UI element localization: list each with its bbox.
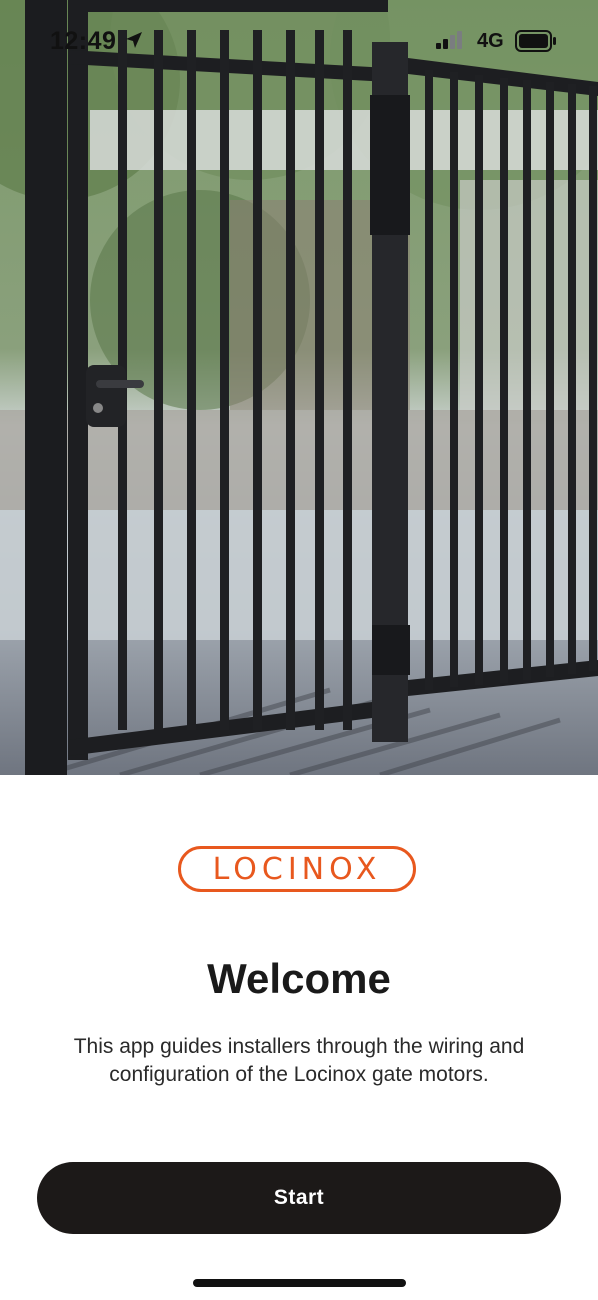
start-button[interactable]: Start bbox=[37, 1162, 561, 1234]
battery-icon bbox=[515, 30, 557, 57]
status-time: 12:49 bbox=[50, 27, 117, 55]
hero-gate-image bbox=[0, 0, 598, 775]
status-bar: 12:49 4G bbox=[0, 0, 598, 80]
welcome-description: This app guides installers through the w… bbox=[73, 1035, 525, 1086]
welcome-title: Welcome bbox=[207, 955, 391, 1002]
locinox-logo: LOCINOX bbox=[178, 846, 416, 892]
start-button-label: Start bbox=[273, 1186, 325, 1209]
network-label: 4G bbox=[477, 30, 504, 52]
location-arrow-icon bbox=[124, 30, 144, 55]
logo-text: LOCINOX bbox=[212, 851, 382, 887]
signal-icon bbox=[436, 31, 466, 54]
home-indicator[interactable] bbox=[193, 1279, 406, 1287]
